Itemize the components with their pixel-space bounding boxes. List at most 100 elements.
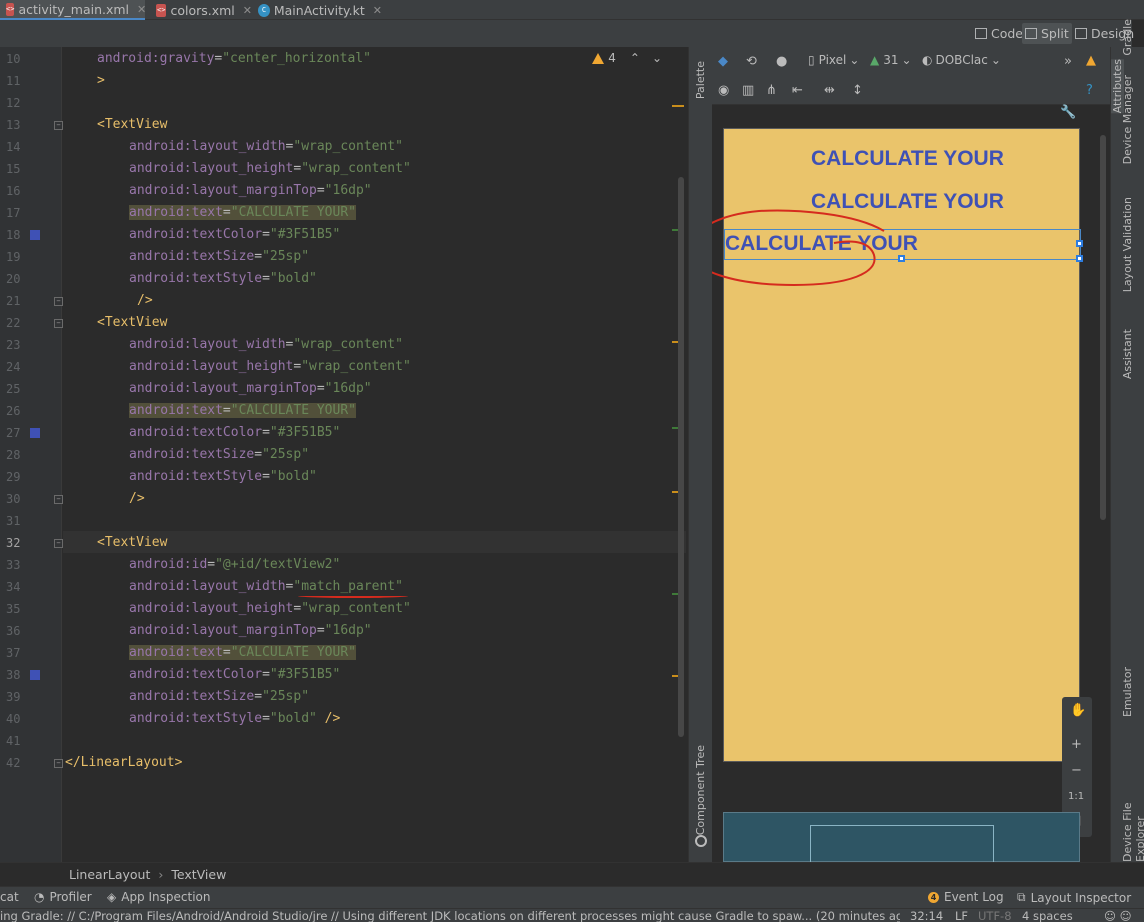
code-line[interactable]: android:layout_height="wrap_content" — [129, 158, 411, 180]
attributes-tab[interactable]: Attributes — [1111, 59, 1124, 114]
eye-icon[interactable]: ◉ — [718, 83, 729, 99]
editor-scrollbar[interactable] — [678, 177, 684, 737]
fold-marker-icon[interactable]: − — [54, 121, 63, 130]
code-line[interactable]: android:id="@+id/textView2" — [129, 554, 340, 576]
resize-handle[interactable] — [1076, 255, 1083, 262]
code-line[interactable]: <TextView — [97, 312, 167, 334]
line-number: 10 — [6, 52, 21, 66]
code-line[interactable]: /> — [129, 488, 145, 510]
chevron-up-icon[interactable]: ⌃ — [630, 51, 640, 65]
code-line[interactable]: android:layout_marginTop="16dp" — [129, 378, 372, 400]
indent-setting[interactable]: 4 spaces — [1022, 909, 1081, 922]
color-swatch-icon[interactable] — [30, 230, 40, 240]
logcat-button[interactable]: cat — [0, 890, 19, 904]
layout-inspector-button[interactable]: ⧉ Layout Inspector — [1017, 890, 1131, 905]
code-line[interactable]: android:gravity="center_horizontal" — [97, 48, 371, 70]
help-icon[interactable]: ? — [1086, 83, 1093, 99]
code-line[interactable]: android:layout_marginTop="16dp" — [129, 180, 372, 202]
code-line[interactable]: > — [97, 70, 105, 92]
fold-marker-icon[interactable]: − — [54, 319, 63, 328]
resize-handle[interactable] — [1076, 240, 1083, 247]
code-line[interactable]: android:textSize="25sp" — [129, 686, 309, 708]
orientation-icon[interactable]: ⟲ — [746, 54, 757, 70]
preview-textview-1[interactable]: CALCULATE YOUR — [811, 147, 1004, 171]
file-encoding[interactable]: UTF-8 — [978, 909, 1012, 922]
fold-marker-icon[interactable]: − — [54, 539, 63, 548]
code-line[interactable]: android:text="CALCULATE YOUR" — [129, 400, 356, 422]
smiley-icon[interactable]: ☺ ☺ — [1104, 909, 1132, 922]
emulator-tab[interactable]: Emulator — [1121, 667, 1134, 717]
assistant-tab[interactable]: Assistant — [1121, 329, 1134, 379]
device-preview[interactable]: CALCULATE YOUR CALCULATE YOUR CALCULATE … — [712, 128, 1083, 762]
theme-selector[interactable]: ◐ DOBClac ⌄ — [922, 53, 1001, 67]
fold-marker-icon[interactable]: − — [54, 495, 63, 504]
design-scrollbar[interactable] — [1100, 135, 1106, 520]
code-line[interactable]: android:textStyle="bold" — [129, 466, 317, 488]
warning-icon — [592, 52, 605, 64]
tab-colors[interactable]: <> colors.xml ✕ — [150, 0, 252, 20]
pan-hand-icon[interactable]: ✋ — [1070, 703, 1086, 719]
profiler-button[interactable]: ◔ Profiler — [34, 890, 92, 904]
event-log-button[interactable]: 4 Event Log — [928, 890, 1004, 904]
tab-activity-main[interactable]: <> activity_main.xml ✕ — [0, 0, 146, 20]
layout-validation-tab[interactable]: Layout Validation — [1121, 197, 1134, 292]
api-selector[interactable]: ▲ 31 ⌄ — [870, 53, 912, 67]
code-editor[interactable]: 10 11 12 13−14 15 16 17 18 19 20 21−22−23 24 25 26 27 2… — [0, 47, 686, 862]
more-options-icon[interactable]: » — [1064, 54, 1072, 70]
code-line[interactable]: android:textColor="#3F51B5" — [129, 664, 340, 686]
line-separator[interactable]: LF — [955, 909, 969, 922]
code-line[interactable]: android:text="CALCULATE YOUR" — [129, 202, 356, 224]
code-line[interactable]: android:textStyle="bold" /> — [129, 708, 340, 730]
gradle-tab[interactable]: Gradle — [1121, 19, 1134, 56]
warning-icon[interactable]: ▲ — [1086, 53, 1096, 69]
code-line[interactable]: /> — [137, 290, 153, 312]
breadcrumb-item[interactable]: LinearLayout — [69, 867, 150, 882]
inspection-widget[interactable]: 4 ⌃ ⌄ — [592, 51, 662, 65]
breadcrumb-item[interactable]: TextView — [171, 867, 226, 882]
zoom-in-icon[interactable]: + — [1071, 737, 1082, 753]
device-file-explorer-tab[interactable]: Device File Explorer — [1121, 755, 1144, 862]
layers-icon[interactable]: ◆ — [718, 54, 728, 70]
status-message[interactable]: ing Gradle: // C:/Program Files/Android/… — [0, 909, 915, 922]
magnet-icon[interactable]: ⋔ — [766, 83, 777, 99]
code-line[interactable]: android:layout_width="wrap_content" — [129, 334, 403, 356]
fold-marker-icon[interactable]: − — [54, 297, 63, 306]
clear-constraints-icon[interactable]: ⇤ — [792, 83, 803, 99]
close-icon[interactable]: ✕ — [373, 4, 382, 17]
app-inspection-button[interactable]: ◈ App Inspection — [107, 890, 210, 904]
device-selector[interactable]: ▯ Pixel ⌄ — [808, 53, 859, 67]
tab-mainactivity[interactable]: C MainActivity.kt ✕ — [252, 0, 382, 20]
wrench-icon[interactable]: 🔧 — [1060, 105, 1076, 121]
palette-tab[interactable]: Palette — [694, 61, 707, 99]
code-line[interactable]: android:textColor="#3F51B5" — [129, 224, 340, 246]
code-line[interactable]: <TextView — [97, 532, 167, 554]
code-line[interactable]: android:textSize="25sp" — [129, 246, 309, 268]
caret-position[interactable]: 32:14 — [900, 909, 944, 922]
code-line[interactable]: android:layout_height="wrap_content" — [129, 598, 411, 620]
code-line[interactable]: android:textStyle="bold" — [129, 268, 317, 290]
close-icon[interactable]: ✕ — [243, 4, 252, 17]
chevron-down-icon[interactable]: ⌄ — [652, 51, 662, 65]
color-swatch-icon[interactable] — [30, 428, 40, 438]
code-line[interactable]: android:text="CALCULATE YOUR" — [129, 642, 356, 664]
code-line[interactable]: android:textColor="#3F51B5" — [129, 422, 340, 444]
zoom-actual-size[interactable]: 1:1 — [1068, 789, 1084, 805]
code-line[interactable]: android:textSize="25sp" — [129, 444, 309, 466]
distribute-horizontal-icon[interactable]: ⇹ — [824, 83, 835, 99]
code-line[interactable]: android:layout_width="wrap_content" — [129, 136, 403, 158]
grid-icon[interactable]: ▥ — [742, 83, 754, 99]
night-mode-icon[interactable]: ● — [776, 54, 787, 70]
zoom-out-icon[interactable]: − — [1071, 763, 1082, 779]
code-line[interactable]: </LinearLayout> — [65, 752, 182, 774]
code-line[interactable]: android:layout_marginTop="16dp" — [129, 620, 372, 642]
split-mode-button[interactable]: Split — [1022, 23, 1072, 44]
code-line[interactable]: android:layout_height="wrap_content" — [129, 356, 411, 378]
api-label: 31 — [883, 53, 899, 67]
close-icon[interactable]: ✕ — [137, 3, 146, 16]
component-tree-tab[interactable]: Component Tree — [694, 745, 707, 835]
code-mode-button[interactable]: Code — [972, 23, 1026, 44]
code-line[interactable]: <TextView — [97, 114, 167, 136]
distribute-vertical-icon[interactable]: ↕ — [852, 83, 863, 99]
fold-marker-icon[interactable]: − — [54, 759, 63, 768]
color-swatch-icon[interactable] — [30, 670, 40, 680]
